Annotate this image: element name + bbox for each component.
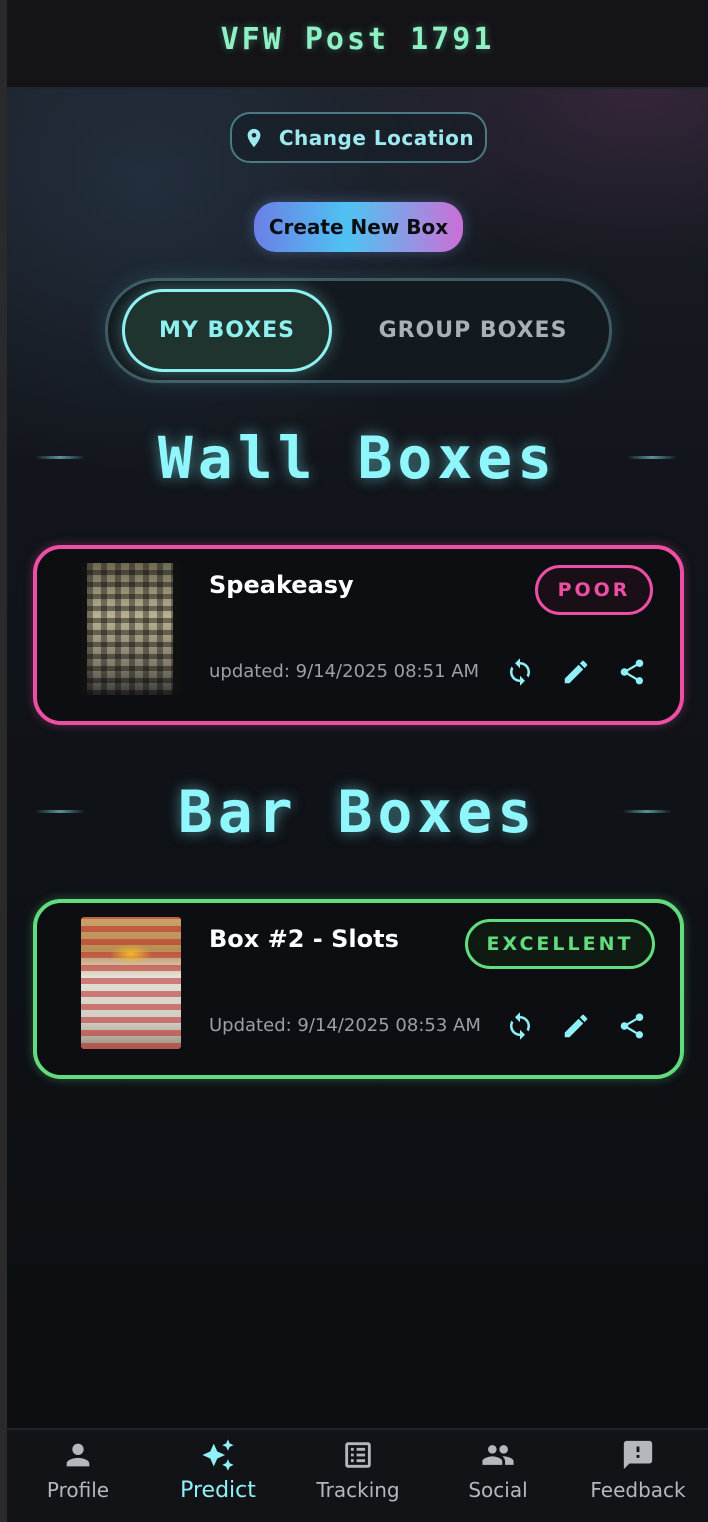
updated-timestamp: updated: 9/14/2025 08:51 AM xyxy=(209,661,480,682)
heading-divider-left xyxy=(35,810,85,813)
location-title: VFW Post 1791 xyxy=(220,22,495,57)
nav-label: Tracking xyxy=(316,1478,400,1502)
change-location-label: Change Location xyxy=(278,125,475,150)
box-thumbnail xyxy=(81,563,181,695)
box-scope-toggle: MY BOXES GROUP BOXES xyxy=(105,278,612,383)
person-icon xyxy=(66,1443,90,1467)
nav-label: Profile xyxy=(46,1478,110,1502)
change-location-button[interactable]: Change Location xyxy=(230,112,487,163)
share-icon xyxy=(620,659,644,685)
location-pin-icon xyxy=(247,128,261,147)
nav-label: Feedback xyxy=(590,1478,686,1502)
edit-icon xyxy=(564,660,588,684)
sparkle-trend-icon xyxy=(202,1439,234,1471)
updated-timestamp: Updated: 9/14/2025 08:53 AM xyxy=(209,1015,481,1036)
tab-group-boxes[interactable]: GROUP BOXES xyxy=(358,289,588,372)
feedback-icon xyxy=(623,1440,653,1470)
heading-divider-left xyxy=(35,456,85,459)
nav-feedback[interactable]: Feedback xyxy=(568,1438,708,1518)
box-title: Box #2 - Slots xyxy=(209,925,399,953)
section-title: Wall Boxes xyxy=(157,424,558,492)
heading-divider-right xyxy=(627,456,677,459)
heading-divider-right xyxy=(622,810,672,813)
refresh-button[interactable] xyxy=(503,655,537,689)
edit-button[interactable] xyxy=(559,1009,593,1043)
app-header: VFW Post 1791 xyxy=(7,0,708,89)
nav-profile[interactable]: Profile xyxy=(8,1438,148,1518)
edit-icon xyxy=(564,1014,588,1038)
box-thumbnail xyxy=(81,917,181,1049)
bottom-navigation: Profile Predict Tracking Social Feedback xyxy=(7,1428,708,1522)
rating-badge: EXCELLENT xyxy=(465,919,655,969)
box-card[interactable]: Box #2 - Slots EXCELLENT Updated: 9/14/2… xyxy=(33,899,684,1079)
nav-label: Social xyxy=(468,1478,528,1502)
rating-badge: POOR xyxy=(535,565,653,615)
tab-my-boxes[interactable]: MY BOXES xyxy=(122,289,332,372)
nav-tracking[interactable]: Tracking xyxy=(288,1438,428,1518)
create-new-box-button[interactable]: Create New Box xyxy=(254,202,463,252)
nav-social[interactable]: Social xyxy=(428,1438,568,1518)
list-icon xyxy=(345,1442,371,1468)
edit-button[interactable] xyxy=(559,655,593,689)
wall-boxes-heading: Wall Boxes xyxy=(7,418,708,498)
share-icon xyxy=(620,1013,644,1039)
nav-predict[interactable]: Predict xyxy=(148,1438,288,1518)
refresh-icon xyxy=(510,658,530,686)
share-button[interactable] xyxy=(615,655,649,689)
nav-label: Predict xyxy=(180,1478,256,1503)
people-icon xyxy=(482,1445,514,1465)
refresh-button[interactable] xyxy=(503,1009,537,1043)
share-button[interactable] xyxy=(615,1009,649,1043)
app-screen: VFW Post 1791 Change Location Create New… xyxy=(7,0,708,1522)
refresh-icon xyxy=(510,1012,530,1040)
box-card[interactable]: Speakeasy POOR updated: 9/14/2025 08:51 … xyxy=(33,545,684,725)
box-title: Speakeasy xyxy=(209,571,354,599)
section-title: Bar Boxes xyxy=(177,778,538,846)
bar-boxes-heading: Bar Boxes xyxy=(7,772,708,852)
